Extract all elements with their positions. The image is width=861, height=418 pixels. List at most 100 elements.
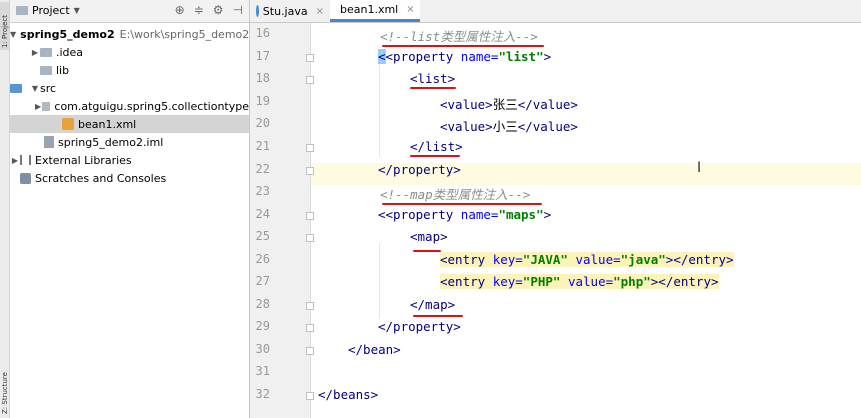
chevron-down-icon[interactable]: ▼ <box>10 30 16 39</box>
xml-attribute-value: "maps" <box>498 207 544 222</box>
fold-marker-icon[interactable] <box>306 347 314 355</box>
xml-attribute-value: "list" <box>498 49 544 64</box>
hide-panel-icon[interactable]: ⊣ <box>233 3 243 17</box>
tree-item-idea[interactable]: ▶ .idea <box>10 43 249 61</box>
line-number: 28 <box>255 297 270 311</box>
tree-item-external-libraries[interactable]: ▶ External Libraries <box>10 151 249 169</box>
fold-marker-icon[interactable] <box>306 212 314 220</box>
xml-attribute: name= <box>460 207 499 222</box>
chevron-right-icon[interactable]: ▶ <box>35 102 42 111</box>
source-folder-icon <box>10 83 22 93</box>
xml-tag: </value> <box>517 97 578 112</box>
tab-label: bean1.xml <box>340 3 399 16</box>
xml-tag: </value> <box>517 119 578 134</box>
code-line: 18 <list> <box>250 71 861 94</box>
fold-marker-icon[interactable] <box>306 167 314 175</box>
xml-tag: > <box>543 49 552 64</box>
code-line: 32 </beans> <box>250 387 861 410</box>
code-line: 19 <value>张三</value> <box>250 94 861 117</box>
editor-tab-bar: Stu.java × bean1.xml × <box>250 0 861 23</box>
line-number: 26 <box>255 252 270 266</box>
annotation-underline <box>410 155 460 157</box>
xml-attribute-value: "PHP" <box>522 274 561 289</box>
close-icon[interactable]: × <box>406 4 414 15</box>
xml-comment: <!--list类型属性注入--> <box>380 29 538 44</box>
fold-marker-icon[interactable] <box>306 324 314 332</box>
xml-tag: <entry <box>440 252 493 267</box>
code-line: 29 </property> <box>250 319 861 342</box>
line-number: 25 <box>255 229 270 243</box>
locate-target-icon[interactable]: ⊕ <box>175 3 185 17</box>
fold-marker-icon[interactable] <box>306 76 314 84</box>
scratches-icon <box>20 172 31 184</box>
xml-attribute: key= <box>492 274 523 289</box>
xml-tag: > <box>543 207 552 222</box>
annotation-underline <box>382 203 542 205</box>
project-folder-icon <box>16 6 28 15</box>
tree-item-label: spring5_demo2 <box>20 27 115 41</box>
xml-tag: </bean> <box>348 342 401 357</box>
structure-tool-tab-label: Z: Structure <box>1 372 9 414</box>
xml-tag: ></entry> <box>650 274 719 289</box>
tree-item-project-root[interactable]: ▼ spring5_demo2 E:\work\spring5_demo2 <box>10 25 249 43</box>
tool-window-strip: 1: Project Z: Structure <box>0 0 10 418</box>
project-view-selector[interactable]: Project ▼ <box>16 4 80 17</box>
collapse-all-icon[interactable]: ≑ <box>194 3 204 17</box>
tree-item-iml[interactable]: spring5_demo2.iml <box>10 133 249 151</box>
xml-tag: <value> <box>440 97 493 112</box>
code-line: 17 <<property name="list"> <box>250 49 861 72</box>
close-icon[interactable]: × <box>316 6 324 17</box>
xml-file-icon <box>62 118 74 130</box>
line-number: 20 <box>255 116 270 130</box>
line-number: 22 <box>255 162 270 176</box>
tree-item-label: com.atguigu.spring5.collectiontype <box>54 99 249 113</box>
xml-tag-bracket: < <box>378 207 386 222</box>
xml-tag: <map> <box>410 229 448 244</box>
line-number: 32 <box>255 387 270 401</box>
gear-icon[interactable]: ⚙ <box>213 3 224 17</box>
structure-tool-tab[interactable]: Z: Structure <box>0 360 9 416</box>
project-tool-tab[interactable]: 1: Project <box>0 2 9 50</box>
project-path: E:\work\spring5_demo2 <box>119 27 250 41</box>
chevron-right-icon[interactable]: ▶ <box>10 156 20 165</box>
tab-stu-java[interactable]: Stu.java × <box>250 0 330 22</box>
line-number: 24 <box>255 207 270 221</box>
tab-bean1-xml[interactable]: bean1.xml × <box>330 0 420 22</box>
brace-match: < <box>378 49 386 64</box>
line-number: 27 <box>255 274 270 288</box>
xml-tag: </beans> <box>318 387 379 402</box>
editor-area: Stu.java × bean1.xml × 16 <!--list类型属性注入… <box>250 0 861 418</box>
fold-marker-icon[interactable] <box>306 392 314 400</box>
xml-tag: </map> <box>410 297 456 312</box>
xml-attribute-value: "php" <box>613 274 651 289</box>
tree-item-lib[interactable]: lib <box>10 61 249 79</box>
code-line: 22 </property> I <box>250 160 861 185</box>
line-number: 29 <box>255 319 270 333</box>
annotation-underline <box>382 45 544 47</box>
xml-text: 张三 <box>492 97 518 112</box>
code-line: 30 </bean> <box>250 342 861 365</box>
code-line: 26 <entry key="JAVA" value="java"></entr… <box>250 252 861 275</box>
fold-marker-icon[interactable] <box>306 234 314 242</box>
tree-item-bean1-xml[interactable]: bean1.xml <box>10 115 249 133</box>
xml-attribute-value: "JAVA" <box>522 252 568 267</box>
code-line: 16 <!--list类型属性注入--> <box>250 26 861 49</box>
fold-marker-icon[interactable] <box>306 54 314 62</box>
folder-icon <box>40 47 52 57</box>
xml-attribute: value= <box>567 252 621 267</box>
tree-item-package[interactable]: ▶ com.atguigu.spring5.collectiontype <box>10 97 249 115</box>
tree-item-scratches[interactable]: Scratches and Consoles <box>10 169 249 187</box>
fold-marker-icon[interactable] <box>306 302 314 310</box>
annotation-underline <box>413 315 463 317</box>
code-line: 25 <map> <box>250 229 861 252</box>
chevron-down-icon[interactable]: ▼ <box>30 84 40 93</box>
code-line: 21 </list> <box>250 139 861 162</box>
module-file-icon <box>44 136 54 148</box>
code-line: 28 </map> <box>250 297 861 320</box>
annotation-underline <box>413 250 441 252</box>
tree-item-src[interactable]: ▼ src <box>10 79 249 97</box>
chevron-right-icon[interactable]: ▶ <box>30 48 40 57</box>
xml-attribute: value= <box>560 274 614 289</box>
fold-marker-icon[interactable] <box>306 144 314 152</box>
project-tool-tab-label: 1: Project <box>1 15 9 48</box>
